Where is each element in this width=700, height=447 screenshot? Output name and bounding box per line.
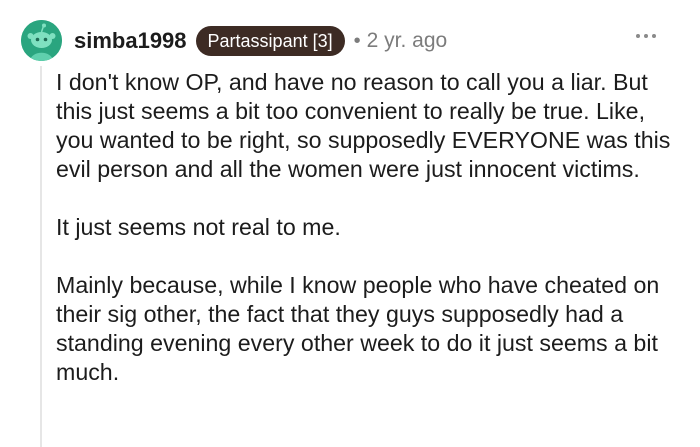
comment-paragraph: Mainly because, while I know people who … [56,272,660,385]
comment-header: simba1998 Partassipant [3] • 2 yr. ago [74,24,447,58]
comment-paragraph: It just seems not real to me. [56,214,341,240]
user-flair-badge: Partassipant [3] [195,26,345,56]
snoo-avatar-icon [21,20,62,61]
comment-timestamp[interactable]: 2 yr. ago [367,29,448,53]
more-dot [644,34,648,38]
thread-line[interactable] [40,66,42,447]
comment-body: I don't know OP, and have no reason to c… [56,68,686,416]
username-link[interactable]: simba1998 [74,28,187,54]
more-options-icon[interactable] [636,34,656,38]
user-avatar[interactable] [21,20,62,61]
meta-separator: • [353,29,361,52]
more-dot [636,34,640,38]
more-dot [652,34,656,38]
comment-paragraph: I don't know OP, and have no reason to c… [56,69,671,182]
comment: simba1998 Partassipant [3] • 2 yr. ago I… [0,0,700,447]
